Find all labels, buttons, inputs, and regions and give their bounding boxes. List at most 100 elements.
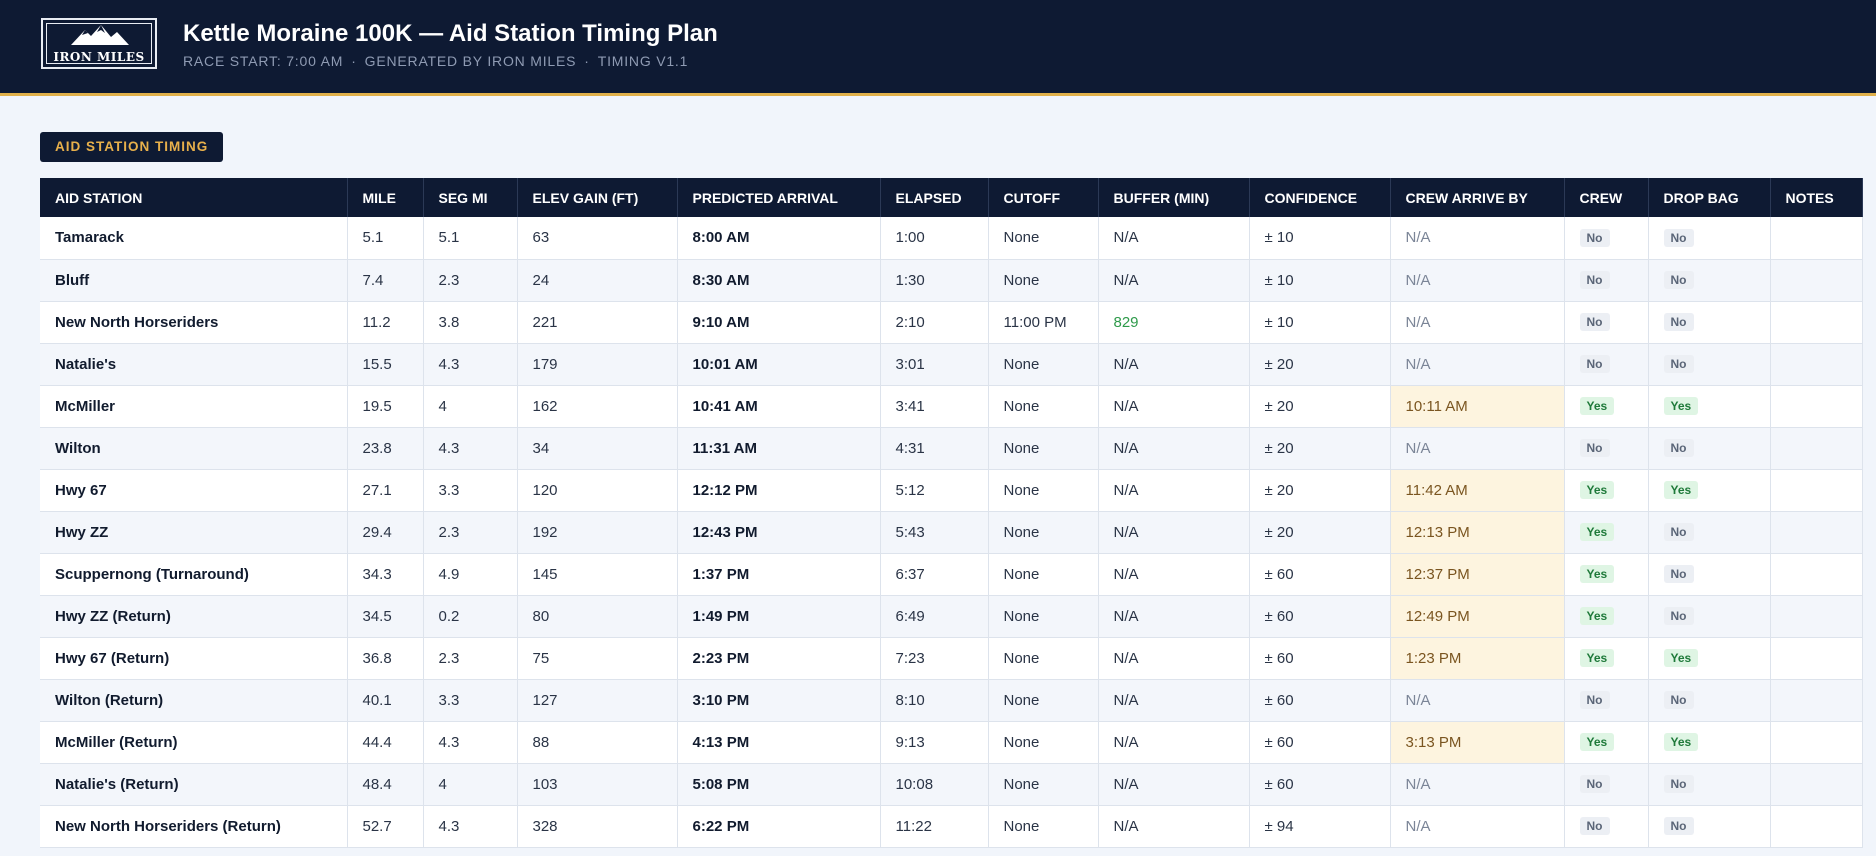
confidence-cell: ± 60 (1249, 763, 1391, 806)
mile-cell: 52.7 (347, 805, 424, 848)
table-row[interactable]: Scuppernong (Turnaround) 34.3 4.9 145 1:37 P… (40, 553, 1863, 596)
elapsed-cell: 1:30 (880, 259, 989, 302)
col-confidence[interactable]: CONFIDENCE (1249, 178, 1391, 217)
elapsed-cell: 10:08 (880, 763, 989, 806)
notes-cell (1770, 427, 1863, 470)
table-row[interactable]: McMiller (Return) 44.4 4.3 88 4:13 PM 9:13 Non… (40, 721, 1863, 764)
col-drop-bag[interactable]: DROP BAG (1648, 178, 1771, 217)
col-buffer[interactable]: BUFFER (MIN) (1098, 178, 1250, 217)
crew-cell: No (1564, 343, 1649, 386)
col-notes[interactable]: NOTES (1770, 178, 1863, 217)
buffer-cell: N/A (1098, 469, 1250, 512)
col-aid-station[interactable]: AID STATION (40, 178, 348, 217)
seg-mi-cell: 2.3 (423, 511, 518, 554)
table-row[interactable]: Hwy ZZ (Return) 34.5 0.2 80 1:49 PM 6:49 None N… (40, 595, 1863, 638)
elev-gain-cell: 88 (517, 721, 678, 764)
crew-cell: No (1564, 679, 1649, 722)
col-crew[interactable]: CREW (1564, 178, 1649, 217)
drop-bag-cell: No (1648, 595, 1771, 638)
table-row[interactable]: Tamarack 5.1 5.1 63 8:00 AM 1:00 None N/A ± 10 N/… (40, 217, 1863, 260)
elapsed-cell: 1:00 (880, 217, 989, 260)
drop-bag-badge: No (1663, 565, 1694, 583)
notes-cell (1770, 259, 1863, 302)
cutoff-cell: None (988, 679, 1099, 722)
mile-cell: 29.4 (347, 511, 424, 554)
version: TIMING V1.1 (597, 53, 689, 69)
drop-bag-cell: No (1648, 259, 1771, 302)
crew-arrive-by-cell: N/A (1390, 343, 1565, 386)
mile-cell: 11.2 (347, 301, 424, 344)
buffer-cell: N/A (1098, 217, 1250, 260)
mile-cell: 40.1 (347, 679, 424, 722)
table-row[interactable]: Wilton 23.8 4.3 34 11:31 AM 4:31 None N/A ± 20 N/… (40, 427, 1863, 470)
crew-arrive-by-cell: N/A (1390, 805, 1565, 848)
buffer-cell: N/A (1098, 679, 1250, 722)
col-predicted-arrival[interactable]: PREDICTED ARRIVAL (677, 178, 881, 217)
seg-mi-cell: 2.3 (423, 637, 518, 680)
drop-bag-badge: No (1663, 271, 1694, 289)
col-cutoff[interactable]: CUTOFF (988, 178, 1099, 217)
table-row[interactable]: McMiller 19.5 4 162 10:41 AM 3:41 None N/A ± 20 1… (40, 385, 1863, 428)
arrival-cell: 10:01 AM (677, 343, 881, 386)
table-row[interactable]: Wilton (Return) 40.1 3.3 127 3:10 PM 8:10 None… (40, 679, 1863, 722)
seg-mi-cell: 4.9 (423, 553, 518, 596)
station-cell: Natalie's (Return) (40, 763, 348, 806)
elev-gain-cell: 145 (517, 553, 678, 596)
table-row[interactable]: New North Horseriders 11.2 3.8 221 9:10 AM 2:… (40, 301, 1863, 344)
table-row[interactable]: Natalie's 15.5 4.3 179 10:01 AM 3:01 None N/A ± … (40, 343, 1863, 386)
crew-badge: Yes (1579, 733, 1615, 751)
arrival-cell: 12:43 PM (677, 511, 881, 554)
confidence-cell: ± 20 (1249, 343, 1391, 386)
elev-gain-cell: 192 (517, 511, 678, 554)
confidence-cell: ± 60 (1249, 553, 1391, 596)
elapsed-cell: 5:12 (880, 469, 989, 512)
crew-badge: No (1579, 271, 1610, 289)
table-row[interactable]: New North Horseriders (Return) 52.7 4.3 328… (40, 805, 1863, 848)
seg-mi-cell: 2.3 (423, 259, 518, 302)
table-row[interactable]: Hwy ZZ 29.4 2.3 192 12:43 PM 5:43 None N/A ± 20 1… (40, 511, 1863, 554)
table-row[interactable]: Hwy 67 (Return) 36.8 2.3 75 2:23 PM 7:23 None N… (40, 637, 1863, 680)
col-elapsed[interactable]: ELAPSED (880, 178, 989, 217)
seg-mi-cell: 4.3 (423, 805, 518, 848)
drop-bag-cell: Yes (1648, 721, 1771, 764)
crew-arrive-by-cell: N/A (1390, 301, 1565, 344)
crew-badge: No (1579, 817, 1610, 835)
elapsed-cell: 7:23 (880, 637, 989, 680)
cutoff-cell: None (988, 343, 1099, 386)
elev-gain-cell: 179 (517, 343, 678, 386)
station-cell: Hwy 67 (40, 469, 348, 512)
notes-cell (1770, 721, 1863, 764)
seg-mi-cell: 0.2 (423, 595, 518, 638)
page-header: IRON MILES Kettle Moraine 100K — Aid Sta… (0, 0, 1876, 96)
crew-arrive-by-cell: 10:11 AM (1390, 385, 1565, 428)
col-seg-mi[interactable]: SEG MI (423, 178, 518, 217)
drop-bag-cell: Yes (1648, 637, 1771, 680)
station-cell: Hwy ZZ (Return) (40, 595, 348, 638)
buffer-cell: N/A (1098, 385, 1250, 428)
elapsed-cell: 3:01 (880, 343, 989, 386)
table-body: Tamarack 5.1 5.1 63 8:00 AM 1:00 None N/A ± 10 N/… (40, 217, 1863, 848)
crew-badge: No (1579, 313, 1610, 331)
crew-badge: Yes (1579, 607, 1615, 625)
confidence-cell: ± 60 (1249, 595, 1391, 638)
crew-cell: No (1564, 217, 1649, 260)
table-row[interactable]: Bluff 7.4 2.3 24 8:30 AM 1:30 None N/A ± 10 N/A No… (40, 259, 1863, 302)
elapsed-cell: 4:31 (880, 427, 989, 470)
station-cell: New North Horseriders (40, 301, 348, 344)
drop-bag-cell: No (1648, 217, 1771, 260)
crew-cell: No (1564, 805, 1649, 848)
col-elev-gain[interactable]: ELEV GAIN (FT) (517, 178, 678, 217)
table-row[interactable]: Natalie's (Return) 48.4 4 103 5:08 PM 10:08 No… (40, 763, 1863, 806)
col-mile[interactable]: MILE (347, 178, 424, 217)
crew-arrive-by-cell: N/A (1390, 259, 1565, 302)
station-cell: Scuppernong (Turnaround) (40, 553, 348, 596)
aid-station-table: AID STATION MILE SEG MI ELEV GAIN (FT) P… (40, 178, 1863, 848)
col-crew-arrive-by[interactable]: CREW ARRIVE BY (1390, 178, 1565, 217)
cutoff-cell: None (988, 217, 1099, 260)
crew-cell: No (1564, 427, 1649, 470)
buffer-cell: N/A (1098, 805, 1250, 848)
table-row[interactable]: Hwy 67 27.1 3.3 120 12:12 PM 5:12 None N/A ± 20 1… (40, 469, 1863, 512)
confidence-cell: ± 10 (1249, 301, 1391, 344)
seg-mi-cell: 3.3 (423, 679, 518, 722)
crew-badge: Yes (1579, 397, 1615, 415)
